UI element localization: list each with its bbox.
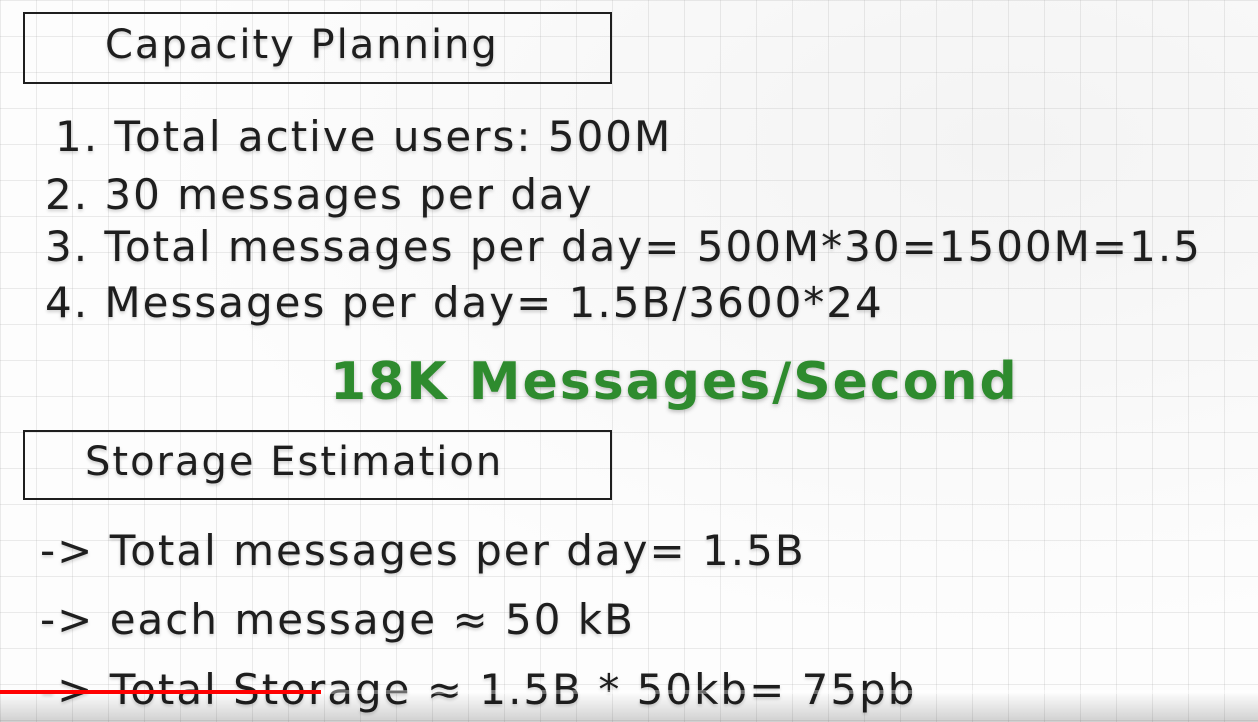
capacity-planning-title: Capacity Planning xyxy=(105,22,499,68)
capacity-item-1: 1. Total active users: 500M xyxy=(55,112,673,161)
video-progress-fill xyxy=(0,690,321,694)
capacity-item-4: 4. Messages per day= 1.5B/3600*24 xyxy=(45,278,884,327)
storage-item-1: -> Total messages per day= 1.5B xyxy=(40,526,806,575)
video-progress-bar[interactable] xyxy=(0,690,1258,694)
storage-item-2: -> each message ≈ 50 kB xyxy=(40,595,635,644)
capacity-item-2: 2. 30 messages per day xyxy=(45,170,594,219)
capacity-item-3: 3. Total messages per day= 500M*30=1500M… xyxy=(45,222,1202,271)
storage-estimation-title: Storage Estimation xyxy=(85,439,504,485)
messages-per-second-result: 18K Messages/Second xyxy=(330,352,1019,412)
video-controls-gradient xyxy=(0,692,1258,722)
